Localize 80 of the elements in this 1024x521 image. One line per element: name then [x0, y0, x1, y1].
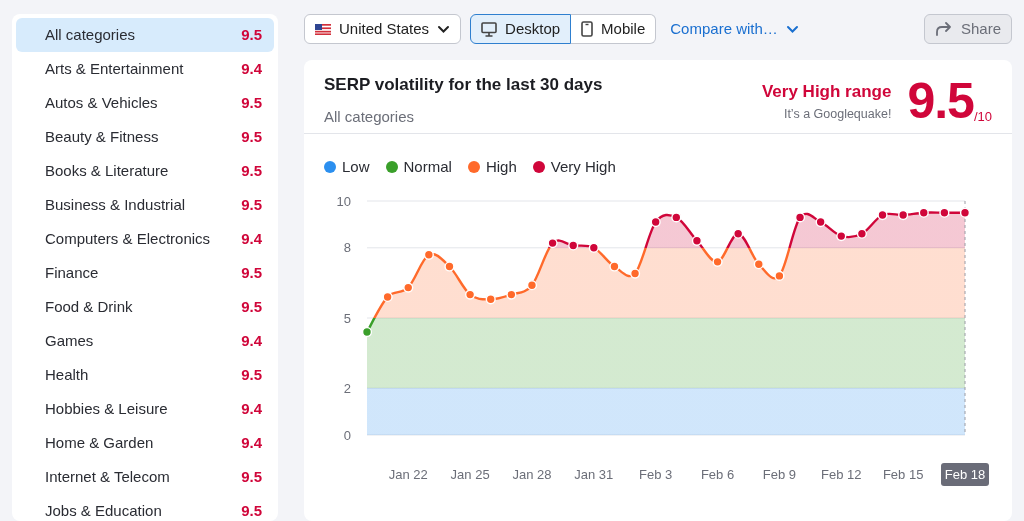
- data-point: [939, 207, 950, 218]
- x-axis-label: Jan 28: [512, 466, 552, 482]
- category-item[interactable]: Home & Garden 9.4: [16, 426, 274, 460]
- legend-item: Very High: [532, 156, 616, 179]
- data-point: [629, 267, 641, 279]
- category-item[interactable]: Internet & Telecom 9.5: [16, 460, 274, 494]
- compare-dropdown[interactable]: Compare with…: [670, 17, 799, 41]
- category-item[interactable]: Books & Literature 9.5: [16, 154, 274, 188]
- country-dropdown[interactable]: United States: [304, 14, 462, 44]
- y-axis-label: 0: [343, 427, 351, 442]
- data-point: [918, 207, 929, 218]
- device-tab[interactable]: Mobile: [571, 14, 657, 44]
- selected-date-label: Feb 18: [941, 462, 989, 486]
- range-note: It’s a Googlequake!: [782, 105, 892, 123]
- phone-icon: [581, 21, 594, 37]
- category-item[interactable]: Games 9.4: [16, 324, 274, 358]
- data-point: [609, 260, 620, 272]
- category-item[interactable]: Computers & Electronics 9.4: [16, 222, 274, 256]
- y-axis-label: 8: [343, 239, 351, 255]
- data-point: [733, 228, 744, 239]
- data-point: [877, 209, 888, 220]
- data-point: [815, 216, 826, 227]
- device-tab[interactable]: Desktop: [470, 14, 572, 44]
- x-axis-label: Feb 3: [639, 466, 673, 482]
- card-subtitle: All categories: [324, 106, 416, 127]
- share-arrow-icon: [934, 22, 953, 36]
- flag-icon: [315, 23, 331, 35]
- y-axis-label: 10: [336, 193, 351, 208]
- data-point: [382, 291, 393, 302]
- category-item[interactable]: Beauty & Fitness 9.5: [16, 120, 274, 154]
- data-point: [547, 237, 558, 248]
- data-point: [506, 289, 517, 300]
- data-point: [403, 282, 414, 293]
- data-point: [568, 239, 579, 251]
- chevron-down-icon: [785, 24, 799, 34]
- data-point: [774, 270, 785, 281]
- x-axis-label: Feb 15: [882, 466, 924, 482]
- data-point: [794, 211, 806, 222]
- range-label: Very High range: [761, 81, 892, 103]
- legend-item: High: [467, 156, 517, 179]
- data-point: [650, 216, 661, 227]
- category-item[interactable]: Business & Industrial 9.5: [16, 188, 274, 222]
- data-point: [485, 293, 496, 304]
- category-item[interactable]: Jobs & Education 9.5: [16, 494, 274, 521]
- category-item[interactable]: Finance 9.5: [16, 256, 274, 290]
- x-axis-label: Feb 6: [700, 466, 735, 482]
- x-axis-label: Feb 12: [821, 466, 862, 482]
- category-item[interactable]: All categories 9.5: [16, 18, 274, 52]
- card-title: SERP volatility for the last 30 days: [324, 74, 604, 96]
- data-point: [753, 258, 764, 269]
- legend-item: Low: [324, 156, 370, 179]
- data-point: [361, 326, 373, 337]
- x-axis-label: Jan 22: [388, 466, 428, 482]
- y-axis-label: 5: [343, 310, 351, 325]
- chevron-down-icon: [437, 24, 451, 34]
- x-axis-label: Feb 9: [762, 466, 797, 482]
- score-max: /10: [973, 108, 992, 126]
- data-point: [671, 211, 682, 222]
- data-point: [526, 279, 538, 290]
- legend-item: Normal: [385, 156, 452, 179]
- category-item[interactable]: Health 9.5: [16, 358, 274, 392]
- data-point: [444, 260, 455, 272]
- category-item[interactable]: Hobbies & Leisure 9.4: [16, 392, 274, 426]
- category-item[interactable]: Arts & Entertainment 9.4: [16, 52, 274, 86]
- x-axis-label: Jan 31: [574, 466, 614, 482]
- data-point: [465, 289, 476, 300]
- y-axis-label: 2: [343, 380, 351, 396]
- category-item[interactable]: Autos & Vehicles 9.5: [16, 86, 274, 120]
- x-axis-label: Jan 25: [450, 466, 490, 482]
- data-point: [588, 242, 599, 253]
- data-point: [959, 207, 971, 218]
- data-point: [898, 209, 909, 220]
- data-point: [691, 235, 703, 246]
- volatility-score: 9.5: [907, 76, 974, 126]
- category-item[interactable]: Food & Drink 9.5: [16, 290, 274, 324]
- data-point: [712, 256, 723, 267]
- data-point: [836, 230, 847, 241]
- monitor-icon: [481, 21, 498, 37]
- data-point: [423, 249, 434, 260]
- data-point: [856, 228, 867, 239]
